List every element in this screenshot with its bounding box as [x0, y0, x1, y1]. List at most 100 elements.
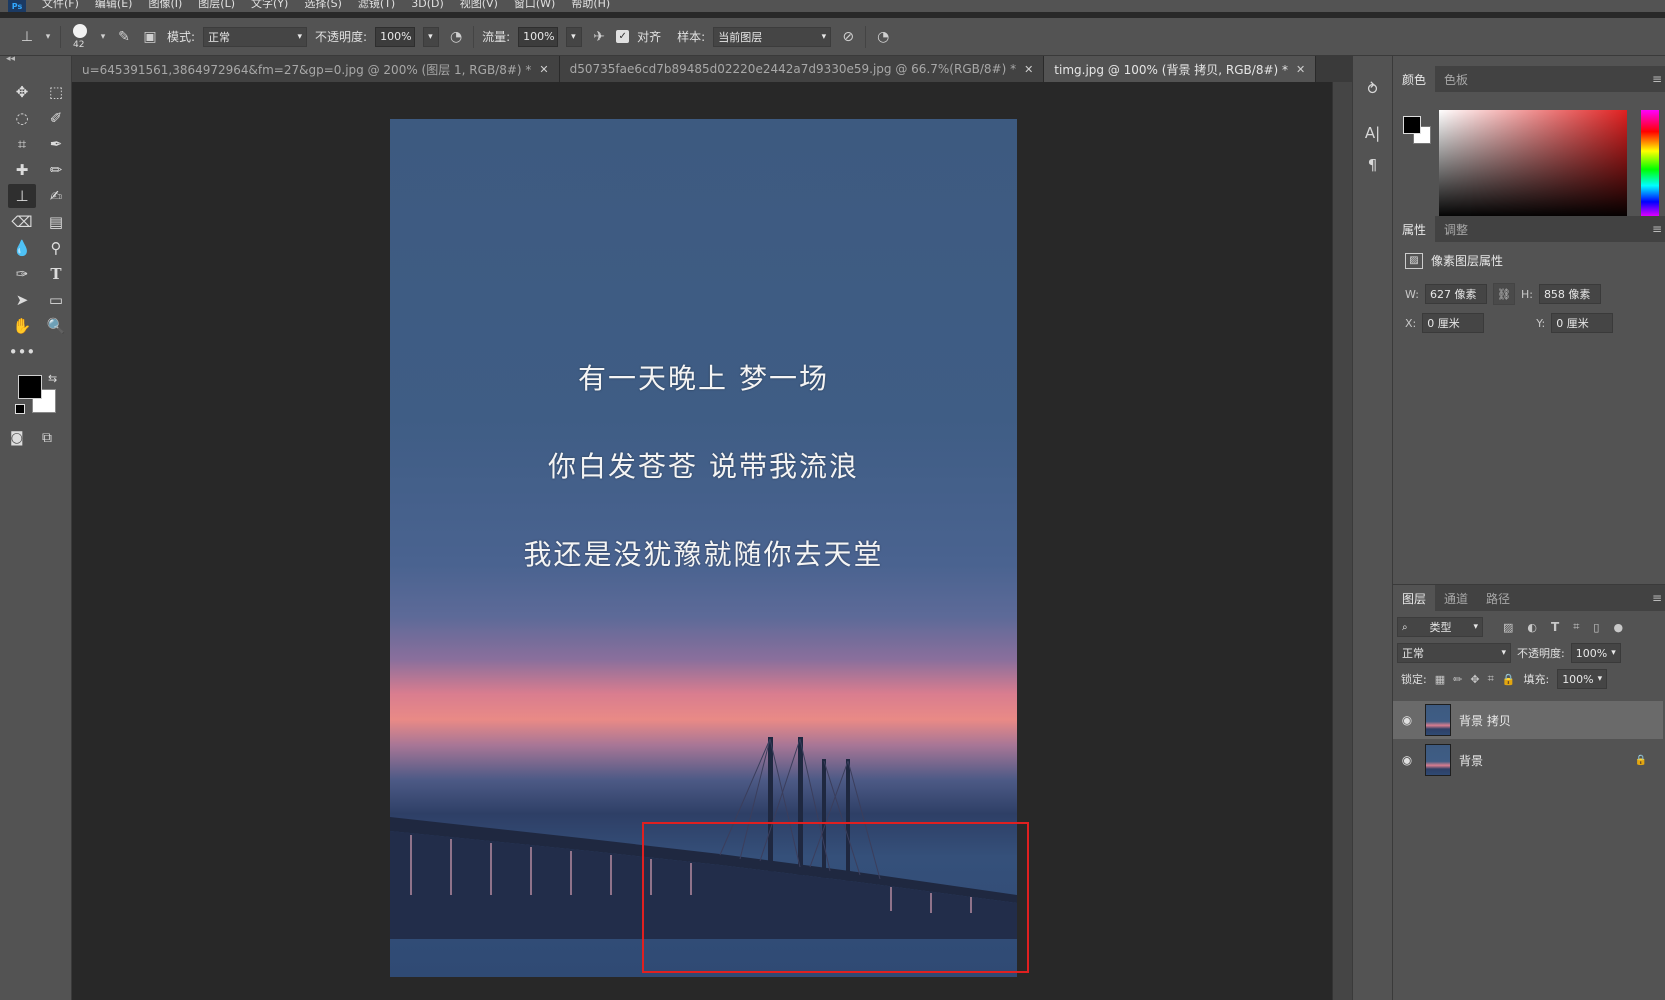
tab-swatches[interactable]: 色板: [1435, 66, 1477, 92]
layer-opacity-input[interactable]: 100% ▾: [1570, 643, 1621, 663]
menu-help[interactable]: 帮助(H): [571, 0, 610, 10]
move-tool-icon[interactable]: ✥: [8, 80, 36, 104]
menu-file[interactable]: 文件(F): [42, 0, 79, 10]
lock-artboard-icon[interactable]: ⌗: [1488, 672, 1494, 686]
filter-type-icon[interactable]: T: [1551, 620, 1559, 634]
width-input[interactable]: 627 像素: [1424, 284, 1487, 304]
dodge-tool-icon[interactable]: ⚲: [42, 236, 70, 260]
tab-paths[interactable]: 路径: [1477, 585, 1519, 611]
layer-filter-select[interactable]: ⌕ 类型 ▾: [1397, 617, 1483, 637]
vertical-scrollbar[interactable]: [1332, 82, 1352, 1000]
rectangle-tool-icon[interactable]: ▭: [42, 288, 70, 312]
quick-mask-icon[interactable]: ◙: [10, 430, 24, 446]
link-icon[interactable]: ⛓: [1492, 283, 1515, 305]
aligned-checkbox[interactable]: ✓: [616, 30, 630, 43]
layer-row[interactable]: ◉ 背景 🔒: [1393, 741, 1663, 779]
lock-all-icon[interactable]: 🔒: [1502, 673, 1516, 686]
filter-adjustment-icon[interactable]: ◐: [1527, 621, 1537, 634]
opacity-dropdown[interactable]: ▾: [423, 26, 440, 47]
eye-icon[interactable]: ◉: [1393, 713, 1421, 727]
menu-window[interactable]: 窗口(W): [514, 0, 555, 10]
screen-mode-icon[interactable]: ⧉: [42, 430, 52, 446]
filter-toggle-icon[interactable]: ●: [1613, 621, 1623, 634]
filter-pixel-icon[interactable]: ▨: [1503, 621, 1513, 634]
hand-tool-icon[interactable]: ✋: [8, 314, 36, 338]
default-colors-icon[interactable]: [15, 404, 25, 414]
marquee-tool-icon[interactable]: ⬚: [42, 80, 70, 104]
lock-position-icon[interactable]: ✥: [1470, 673, 1479, 686]
blend-mode-select[interactable]: 正常 ▾: [1397, 643, 1511, 663]
quick-selection-tool-icon[interactable]: ✐: [42, 106, 70, 130]
clone-source-icon[interactable]: ▣: [141, 29, 159, 45]
layer-row[interactable]: ◉ 背景 拷贝: [1393, 701, 1663, 739]
opacity-input[interactable]: 100%: [375, 26, 416, 47]
ignore-adjustment-icon[interactable]: ⊘: [839, 29, 857, 45]
close-icon[interactable]: ✕: [1296, 63, 1305, 76]
history-brush-tool-icon[interactable]: ✍: [42, 184, 70, 208]
eye-icon[interactable]: ◉: [1393, 753, 1421, 767]
flow-dropdown[interactable]: ▾: [566, 26, 583, 47]
lock-pixels-icon[interactable]: ✏: [1453, 673, 1462, 686]
gradient-tool-icon[interactable]: ▤: [42, 210, 70, 234]
tab-channels[interactable]: 通道: [1435, 585, 1477, 611]
more-tools-icon[interactable]: •••: [8, 340, 36, 364]
flow-input[interactable]: 100%: [518, 26, 559, 47]
document-tab-active[interactable]: timg.jpg @ 100% (背景 拷贝, RGB/8#) * ✕: [1044, 56, 1317, 82]
path-selection-tool-icon[interactable]: ➤: [8, 288, 36, 312]
menu-view[interactable]: 视图(V): [460, 0, 498, 10]
document-tab[interactable]: d50735fae6cd7b89485d02220e2442a7d9330e59…: [559, 56, 1045, 82]
paragraph-panel-icon[interactable]: ¶: [1360, 152, 1386, 178]
menu-type[interactable]: 文字(Y): [251, 0, 288, 10]
x-input[interactable]: 0 厘米: [1422, 313, 1485, 333]
brush-tool-icon[interactable]: ✏: [42, 158, 70, 182]
chevron-down-icon[interactable]: ▾: [99, 32, 107, 42]
brush-size-picker[interactable]: 42: [69, 22, 91, 52]
hue-slider[interactable]: [1641, 110, 1659, 218]
filter-shape-icon[interactable]: ⌗: [1573, 620, 1579, 634]
history-panel-icon[interactable]: ⥁: [1360, 76, 1386, 102]
lock-transparent-icon[interactable]: ▦: [1435, 673, 1445, 686]
clone-stamp-tool-icon[interactable]: ⊥: [8, 184, 36, 208]
close-icon[interactable]: ✕: [1024, 63, 1033, 76]
zoom-tool-icon[interactable]: 🔍: [42, 314, 70, 338]
pressure-opacity-icon[interactable]: ◔: [447, 29, 465, 45]
panel-menu-icon[interactable]: ≡: [1652, 591, 1662, 605]
y-input[interactable]: 0 厘米: [1551, 313, 1614, 333]
healing-brush-tool-icon[interactable]: ✚: [8, 158, 36, 182]
tab-color[interactable]: 颜色: [1393, 66, 1436, 92]
airbrush-icon[interactable]: ✈: [590, 29, 608, 45]
brush-settings-icon[interactable]: ✎: [115, 29, 133, 45]
panel-menu-icon[interactable]: ≡: [1652, 72, 1662, 86]
close-icon[interactable]: ✕: [539, 63, 548, 76]
menu-image[interactable]: 图像(I): [148, 0, 182, 10]
menu-filter[interactable]: 滤镜(T): [358, 0, 395, 10]
swap-colors-icon[interactable]: ⇆: [48, 372, 57, 385]
menu-select[interactable]: 选择(S): [304, 0, 342, 10]
menu-edit[interactable]: 编辑(E): [95, 0, 133, 10]
character-panel-icon[interactable]: A|: [1360, 120, 1386, 146]
crop-tool-icon[interactable]: ⌗: [8, 132, 36, 156]
chevron-down-icon[interactable]: ▾: [44, 32, 52, 42]
menu-3d[interactable]: 3D(D): [411, 0, 444, 10]
lasso-tool-icon[interactable]: ◌: [8, 106, 36, 130]
eraser-tool-icon[interactable]: ⌫: [8, 210, 36, 234]
blur-tool-icon[interactable]: 💧: [8, 236, 36, 260]
foreground-color-swatch[interactable]: [1403, 116, 1421, 134]
clone-stamp-preset-icon[interactable]: ⊥: [18, 29, 36, 45]
color-picker-field[interactable]: [1439, 110, 1627, 218]
panel-menu-icon[interactable]: ≡: [1652, 222, 1662, 236]
tab-layers[interactable]: 图层: [1393, 585, 1436, 611]
foreground-color-swatch[interactable]: [18, 375, 42, 399]
menu-layer[interactable]: 图层(L): [198, 0, 235, 10]
eyedropper-tool-icon[interactable]: ✒: [42, 132, 70, 156]
height-input[interactable]: 858 像素: [1538, 284, 1601, 304]
pressure-size-icon[interactable]: ◔: [874, 29, 892, 45]
fill-input[interactable]: 100% ▾: [1557, 669, 1608, 689]
filter-smart-object-icon[interactable]: ▯: [1593, 621, 1599, 634]
type-tool-icon[interactable]: T: [42, 262, 70, 286]
pen-tool-icon[interactable]: ✑: [8, 262, 36, 286]
tab-properties[interactable]: 属性: [1393, 216, 1436, 242]
collapse-arrows-icon[interactable]: ◂◂: [6, 54, 15, 64]
document-tab[interactable]: u=645391561,3864972964&fm=27&gp=0.jpg @ …: [72, 56, 560, 82]
mode-select[interactable]: 正常 ▾: [203, 26, 308, 47]
